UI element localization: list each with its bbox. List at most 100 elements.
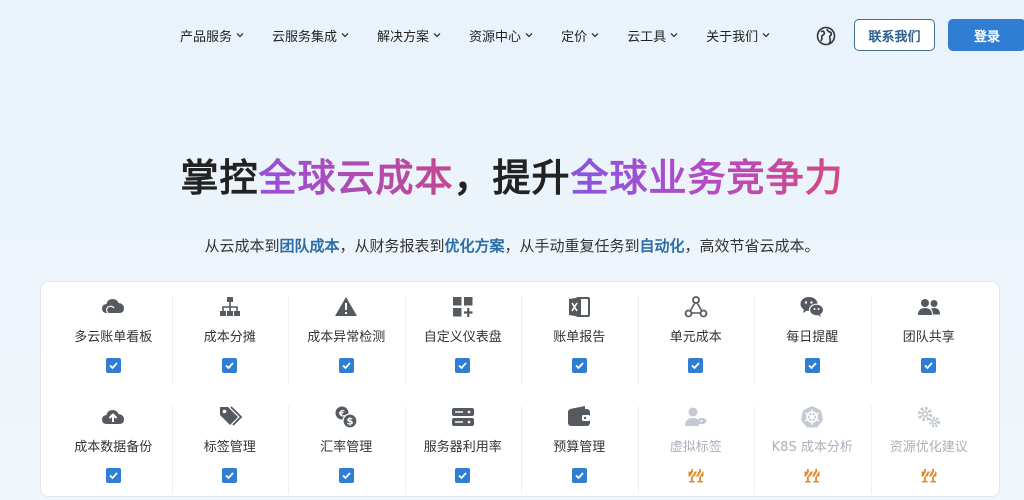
hero-subtitle-part: ，从手动重复任务到: [504, 237, 640, 255]
feature-item-bill-report: 账单报告: [521, 294, 638, 390]
hero-title-part: 掌控: [180, 156, 259, 200]
hero-subtitle-part: ，高效节省云成本。: [684, 237, 820, 255]
wechat-icon: [800, 297, 825, 317]
server-icon: [451, 408, 474, 426]
feature-label: 多云账单看板: [74, 330, 153, 345]
checkmark-icon: [105, 468, 121, 483]
feature-label: 虚拟标签: [669, 440, 722, 455]
feature-label: 汇率管理: [320, 440, 373, 455]
user-tag-icon: [684, 407, 707, 426]
feature-row: 多云账单看板 成本分摊 成本异常检测 自定义仪表盘 账单报告 单元成本 每日提醒…: [55, 294, 987, 390]
feature-label: 成本异常检测: [307, 330, 386, 345]
checkmark-icon: [222, 358, 238, 373]
feature-label: K8S 成本分析: [771, 440, 853, 455]
feature-label: 团队共享: [902, 330, 955, 345]
hero-subtitle-highlight: 团队成本: [279, 237, 340, 255]
feature-item-tag-management: 标签管理: [171, 404, 289, 500]
feature-label: 标签管理: [203, 440, 256, 455]
feature-label: 成本数据备份: [74, 440, 153, 455]
feature-label: 预算管理: [553, 440, 606, 455]
hero-subtitle: 从云成本到团队成本，从财务报表到优化方案，从手动重复任务到自动化，高效节省云成本…: [0, 234, 1024, 258]
nav-item-pricing[interactable]: 定价: [561, 26, 599, 45]
feature-item-data-backup: 成本数据备份: [55, 404, 172, 500]
nav-menu: 产品服务 云服务集成 解决方案 资源中心 定价 云工具 关于我们: [170, 22, 798, 48]
checkmark-icon: [571, 468, 587, 483]
hero-title-highlight: 全球云成本: [258, 156, 454, 200]
nav-item-products[interactable]: 产品服务: [180, 26, 244, 45]
construction-barrier-icon: [688, 469, 704, 483]
chevron-down-icon: [591, 33, 599, 38]
hero-title-highlight: 全球业务竞争力: [570, 156, 844, 200]
hero-title: 掌控全球云成本，提升全球业务竞争力: [0, 152, 1024, 204]
team-icon: [917, 299, 940, 315]
feature-card: 多云账单看板 成本分摊 成本异常检测 自定义仪表盘 账单报告 单元成本 每日提醒…: [40, 281, 1000, 497]
hierarchy-icon: [219, 297, 240, 316]
wallet-icon: [568, 406, 591, 426]
feature-item-cost-allocation: 成本分摊: [171, 294, 289, 390]
construction-barrier-icon: [921, 469, 937, 483]
globe-icon[interactable]: [816, 26, 836, 46]
checkmark-icon: [804, 358, 820, 373]
checkmark-icon: [455, 358, 471, 373]
nav-item-label: 产品服务: [180, 29, 233, 45]
cloud-icon: [102, 299, 125, 314]
feature-label: 单元成本: [669, 330, 722, 345]
warning-icon: [335, 297, 358, 316]
chevron-down-icon: [236, 33, 244, 38]
feature-item-team-sharing: 团队共享: [870, 294, 988, 390]
chevron-down-icon: [525, 33, 533, 38]
chevron-down-icon: [762, 33, 770, 38]
feature-item-exchange-rate: € $ 汇率管理: [288, 404, 405, 500]
feature-label: 每日提醒: [786, 330, 839, 345]
checkmark-icon: [222, 468, 238, 483]
gears-icon: [917, 406, 940, 428]
checkmark-icon: [571, 358, 587, 373]
nav-item-cloud-integration[interactable]: 云服务集成: [272, 26, 349, 45]
feature-item-budget-management: 预算管理: [521, 404, 638, 500]
feature-item-daily-reminder: 每日提醒: [754, 294, 871, 390]
currency-exchange-icon: € $: [335, 406, 358, 429]
checkmark-icon: [455, 468, 471, 483]
feature-label: 自定义仪表盘: [423, 330, 502, 345]
feature-label: 服务器利用率: [423, 440, 502, 455]
construction-barrier-icon: [804, 469, 820, 483]
svg-text:$: $: [347, 417, 354, 428]
checkmark-icon: [921, 358, 937, 373]
nav-item-label: 关于我们: [706, 29, 759, 45]
tags-icon: [219, 406, 243, 426]
excel-icon: [569, 297, 591, 317]
feature-label: 账单报告: [553, 330, 606, 345]
hero-subtitle-highlight: 自动化: [639, 237, 685, 255]
nav-item-label: 云服务集成: [272, 29, 338, 45]
chevron-down-icon: [670, 33, 678, 38]
feature-item-multicloud-bill: 多云账单看板: [55, 294, 172, 390]
feature-item-unit-cost: 单元成本: [637, 294, 755, 390]
nodes-icon: [684, 296, 708, 318]
nav-item-label: 解决方案: [377, 29, 430, 45]
hero-subtitle-part: 从云成本到: [204, 237, 280, 255]
nav-item-about[interactable]: 关于我们: [706, 26, 770, 45]
dashboard-add-icon: [452, 297, 473, 317]
chevron-down-icon: [433, 33, 441, 38]
feature-item-server-utilization: 服务器利用率: [404, 404, 522, 500]
nav-item-label: 资源中心: [469, 29, 522, 45]
hero-subtitle-highlight: 优化方案: [444, 237, 505, 255]
top-nav: 产品服务 云服务集成 解决方案 资源中心 定价 云工具 关于我们 联系我们 登录: [0, 0, 1024, 70]
checkmark-icon: [338, 358, 354, 373]
feature-row: 成本数据备份 标签管理 € $ 汇率管理 服务器利用率 预算管理 虚拟标签 K8…: [55, 404, 987, 500]
contact-us-button[interactable]: 联系我们: [854, 19, 935, 51]
nav-item-label: 云工具: [627, 29, 667, 45]
login-button[interactable]: 登录: [948, 19, 1024, 51]
feature-label: 成本分摊: [203, 330, 256, 345]
hero-subtitle-part: ，从财务报表到: [339, 237, 445, 255]
kubernetes-icon: [801, 406, 824, 428]
feature-item-virtual-tag: 虚拟标签: [637, 404, 755, 500]
checkmark-icon: [688, 358, 704, 373]
nav-item-resources[interactable]: 资源中心: [469, 26, 533, 45]
feature-item-resource-optimization: 资源优化建议: [870, 404, 988, 500]
checkmark-icon: [338, 468, 354, 483]
nav-item-cloud-tools[interactable]: 云工具: [627, 26, 678, 45]
feature-item-custom-dashboard: 自定义仪表盘: [404, 294, 522, 390]
feature-label: 资源优化建议: [889, 440, 968, 455]
nav-item-solutions[interactable]: 解决方案: [377, 26, 441, 45]
